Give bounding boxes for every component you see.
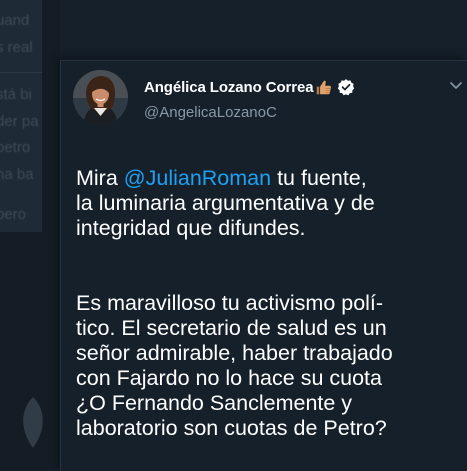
thumbs-up-icon bbox=[316, 80, 331, 94]
background-text: na ba bbox=[0, 166, 34, 183]
author-name-row[interactable]: Angélica Lozano Correa bbox=[144, 76, 355, 98]
author-handle[interactable]: @AngelicaLozanoC bbox=[144, 104, 277, 121]
tweet-text-prefix: Mira bbox=[76, 166, 124, 190]
background-text: uand bbox=[0, 12, 30, 29]
background-text: s real bbox=[0, 39, 33, 56]
tweet-card[interactable]: Angélica Lozano Correa @AngelicaLozanoC … bbox=[60, 60, 467, 471]
background-reply-panel: uand s real stá bi der pa petro na ba pe… bbox=[0, 0, 42, 232]
background-text: pero bbox=[0, 206, 27, 223]
background-leaf-icon bbox=[23, 397, 43, 448]
background-text: stá bi bbox=[0, 86, 32, 103]
author-display-name[interactable]: Angélica Lozano Correa bbox=[144, 79, 314, 96]
background-text: der pa bbox=[0, 113, 39, 130]
tweet-paragraph-1: Mira @JulianRoman tu fuente, la luminari… bbox=[76, 166, 461, 241]
background-divider bbox=[0, 72, 42, 73]
tweet-text: Mira @JulianRoman tu fuente, la luminari… bbox=[76, 141, 461, 466]
background-text: petro bbox=[0, 139, 31, 156]
chevron-down-icon[interactable] bbox=[448, 77, 464, 93]
mention-link[interactable]: @JulianRoman bbox=[124, 166, 271, 190]
verified-badge-icon bbox=[337, 79, 354, 96]
avatar-photo bbox=[73, 70, 128, 125]
background-timeline: uand s real stá bi der pa petro na ba pe… bbox=[0, 0, 60, 470]
tweet-paragraph-2: Es maravilloso tu activismo polí- tico. … bbox=[76, 291, 393, 440]
avatar[interactable] bbox=[73, 70, 128, 125]
